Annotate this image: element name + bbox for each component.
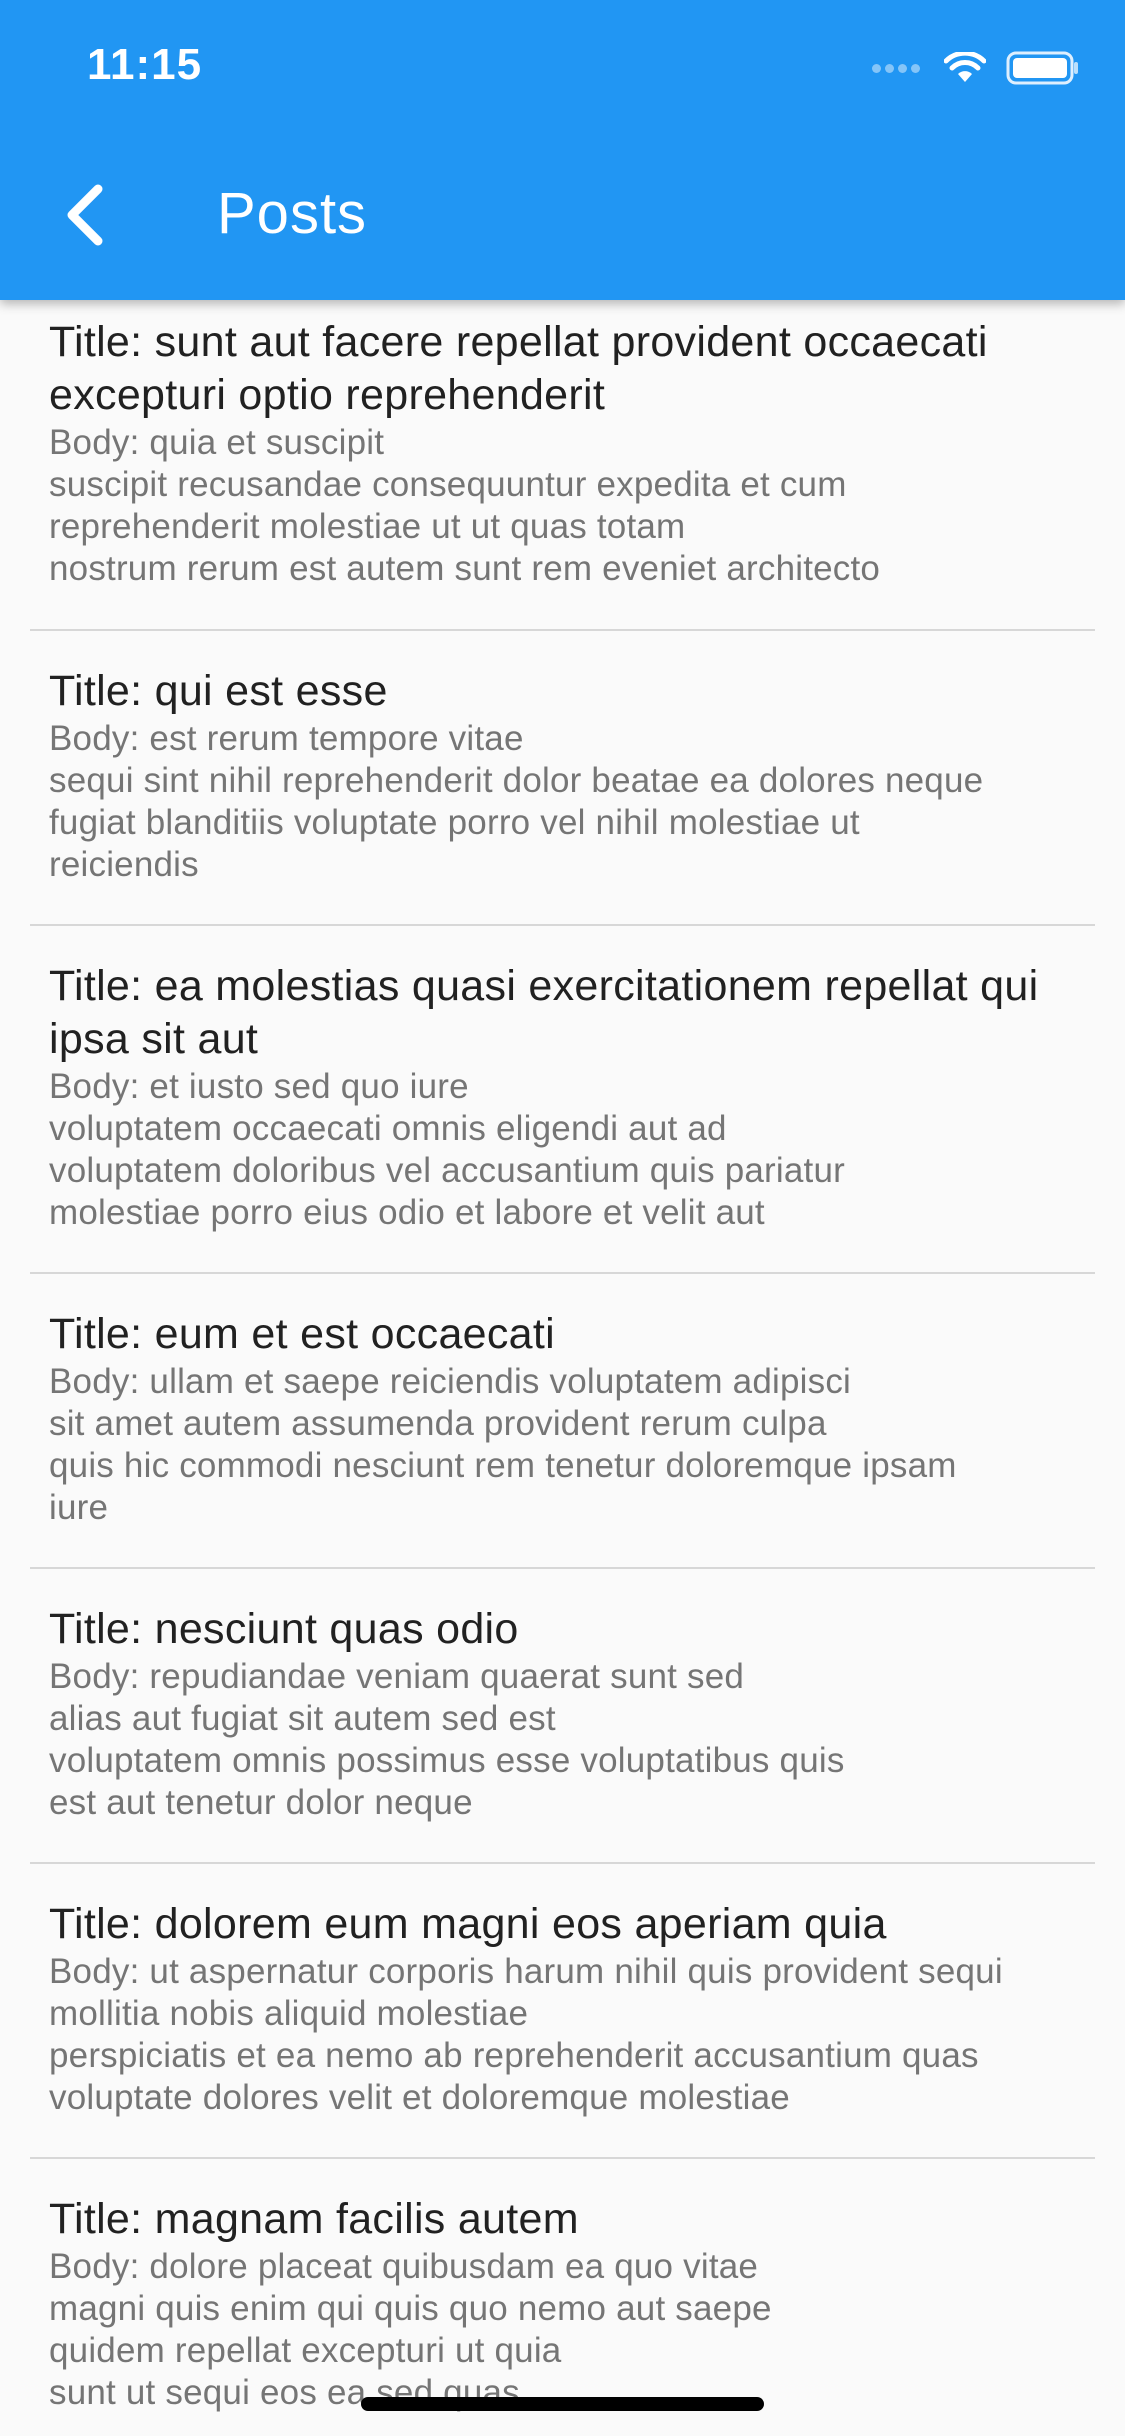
post-title: Title: nesciunt quas odio: [49, 1605, 519, 1653]
post-title: Title: magnam facilis autem: [49, 2195, 579, 2243]
post-title: Title: ea molestias quasi exercitationem…: [49, 962, 1039, 1063]
post-body: Body: dolore placeat quibusdam ea quo vi…: [49, 2247, 772, 2412]
app-bar: 11:15 Posts: [0, 0, 1125, 300]
back-button[interactable]: [48, 170, 118, 260]
status-time: 11:15: [87, 40, 203, 89]
post-title: Title: dolorem eum magni eos aperiam qui…: [49, 1900, 887, 1948]
wifi-icon: [944, 52, 986, 82]
post-title: Title: qui est esse: [49, 667, 388, 715]
list-item[interactable]: Title: magnam facilis autem Body: dolore…: [30, 2159, 1095, 2436]
post-body: Body: ut aspernatur corporis harum nihil…: [49, 1952, 1003, 2117]
list-item[interactable]: Title: nesciunt quas odio Body: repudian…: [30, 1569, 1095, 1864]
home-indicator[interactable]: [361, 2397, 764, 2411]
post-list[interactable]: Title: sunt aut facere repellat providen…: [0, 300, 1125, 2436]
post-body: Body: repudiandae veniam quaerat sunt se…: [49, 1657, 845, 1822]
list-item[interactable]: Title: dolorem eum magni eos aperiam qui…: [30, 1864, 1095, 2159]
posts-screen: 11:15 Posts Title: sunt aut facere repel…: [0, 0, 1125, 2436]
list-item[interactable]: Title: eum et est occaecati Body: ullam …: [30, 1274, 1095, 1569]
list-item[interactable]: Title: qui est esse Body: est rerum temp…: [30, 631, 1095, 926]
list-item[interactable]: Title: ea molestias quasi exercitationem…: [30, 926, 1095, 1274]
post-body: Body: ullam et saepe reiciendis voluptat…: [49, 1362, 957, 1527]
page-title: Posts: [217, 181, 368, 246]
signal-icon: [872, 63, 924, 73]
post-body: Body: quia et suscipit suscipit recusand…: [49, 423, 881, 588]
list-item[interactable]: Title: sunt aut facere repellat providen…: [30, 300, 1095, 631]
status-icons: [872, 48, 1080, 88]
battery-icon: [1006, 51, 1078, 85]
post-title: Title: sunt aut facere repellat providen…: [49, 318, 988, 419]
chevron-left-icon: [67, 184, 103, 246]
post-title: Title: eum et est occaecati: [49, 1310, 556, 1358]
post-body: Body: et iusto sed quo iure voluptatem o…: [49, 1067, 845, 1232]
post-body: Body: est rerum tempore vitae sequi sint…: [49, 719, 984, 884]
